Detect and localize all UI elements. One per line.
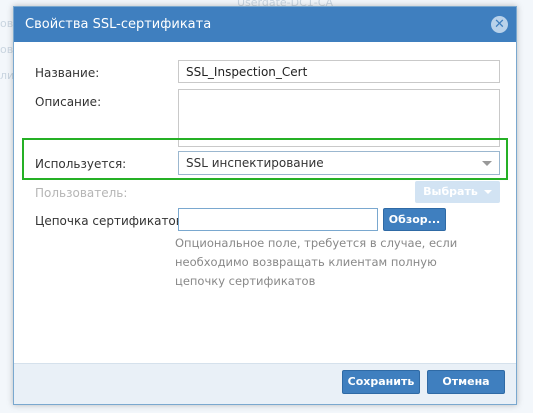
- used-select[interactable]: SSL инспектирование: [178, 151, 500, 175]
- browse-button[interactable]: Обзор...: [383, 208, 446, 231]
- chain-input[interactable]: [178, 208, 378, 231]
- select-user-button-label: Выбрать: [423, 185, 478, 198]
- dialog-titlebar[interactable]: Свойства SSL-сертификата ✕: [14, 7, 516, 42]
- description-label: Описание:: [35, 95, 102, 109]
- name-input[interactable]: SSL_Inspection_Cert: [178, 60, 500, 83]
- chain-hint: Опциональное поле, требуется в случае, е…: [175, 236, 458, 288]
- background-fragment: ов: [0, 43, 14, 56]
- name-label: Название:: [35, 66, 100, 80]
- select-user-button[interactable]: Выбрать: [415, 181, 500, 203]
- dialog-title: Свойства SSL-сертификата: [25, 17, 212, 32]
- cancel-button[interactable]: Отмена: [427, 370, 505, 394]
- close-icon[interactable]: ✕: [491, 16, 508, 33]
- background-fragment: ов: [0, 17, 14, 30]
- used-label: Используется:: [35, 157, 127, 171]
- user-label: Пользователь:: [35, 186, 128, 200]
- chevron-down-icon: [483, 190, 492, 194]
- ssl-certificate-dialog: Свойства SSL-сертификата ✕ Название: SSL…: [13, 6, 517, 405]
- save-button[interactable]: Сохранить: [342, 370, 420, 394]
- dialog-footer: Сохранить Отмена: [14, 363, 516, 404]
- used-select-value: SSL инспектирование: [186, 156, 324, 170]
- chain-label: Цепочка сертификатов:: [35, 214, 187, 228]
- chevron-down-icon: [482, 161, 492, 166]
